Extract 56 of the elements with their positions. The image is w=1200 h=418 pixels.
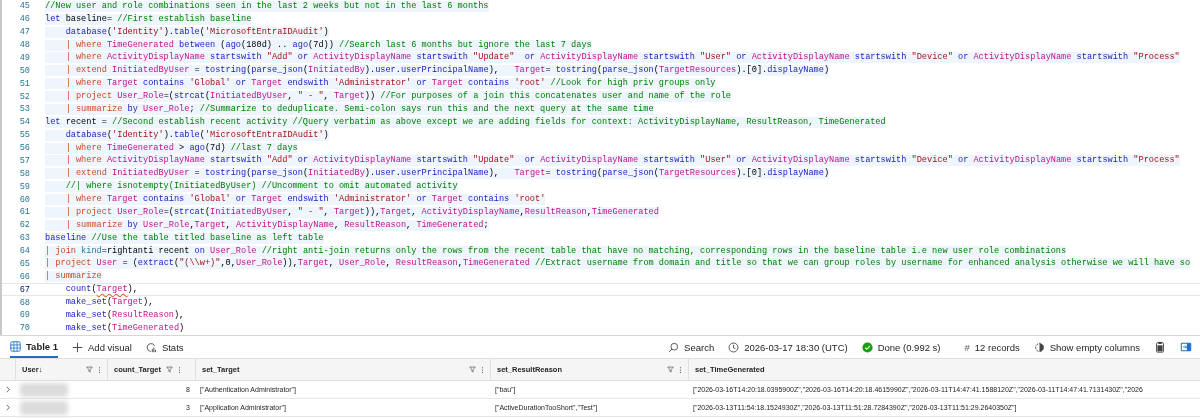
line-number: 53	[18, 103, 31, 116]
panel-icon[interactable]	[1180, 341, 1192, 353]
line-number: 52	[18, 90, 31, 103]
line-number: 67	[18, 283, 31, 296]
line-number: 60	[18, 193, 31, 206]
more-options-icon[interactable]	[177, 365, 181, 374]
line-number: 56	[18, 142, 31, 155]
line-number: 46	[18, 13, 31, 26]
line-number: 49	[18, 51, 31, 64]
line-number: 55	[18, 129, 31, 142]
line-number: 48	[18, 39, 31, 52]
line-number: 61	[18, 206, 31, 219]
line-number: 47	[18, 26, 31, 39]
add-visual-button[interactable]: Add visual	[72, 336, 132, 358]
line-number: 59	[18, 180, 31, 193]
more-options-icon[interactable]	[679, 365, 682, 374]
clock-icon	[728, 341, 740, 353]
filter-icon[interactable]	[667, 366, 674, 373]
expand-chevron-icon[interactable]	[5, 404, 10, 411]
record-count: # 12 records	[964, 341, 1020, 353]
search-icon	[668, 341, 680, 353]
line-number: 50	[18, 64, 31, 77]
line-number: 51	[18, 77, 31, 90]
check-circle-icon	[861, 341, 873, 353]
expand-chevron-icon[interactable]	[5, 386, 10, 393]
stats-button[interactable]: Stats	[145, 336, 184, 358]
code-line: make_set(Target),	[64, 297, 154, 309]
code-line: make_set(ResultReason),	[64, 309, 185, 321]
clipboard-icon[interactable]	[1154, 341, 1166, 353]
line-number: 69	[18, 309, 31, 322]
line-number: 54	[18, 116, 31, 129]
line-number: 65	[18, 257, 31, 270]
line-number: 66	[18, 270, 31, 283]
search-button[interactable]: Search	[668, 336, 715, 358]
filter-icon[interactable]	[86, 366, 93, 373]
line-number: 68	[18, 296, 31, 309]
line-number: 57	[18, 154, 31, 167]
table-grid-icon	[10, 340, 21, 352]
more-options-icon[interactable]	[98, 365, 101, 374]
toggle-icon	[1033, 341, 1045, 353]
stats-icon	[145, 341, 157, 353]
code-line: make_set(TimeGenerated)	[64, 322, 185, 334]
line-number: 58	[18, 167, 31, 180]
line-number: 70	[18, 322, 31, 335]
line-number: 62	[18, 219, 31, 232]
query-status: Done (0.992 s)	[861, 341, 941, 353]
time-range-button[interactable]: 2026-03-17 18:30 (UTC)	[728, 336, 848, 358]
filter-icon[interactable]	[165, 366, 173, 373]
filter-icon[interactable]	[469, 366, 476, 373]
show-empty-columns-button[interactable]: Show empty columns	[1033, 336, 1140, 358]
more-options-icon[interactable]	[481, 365, 484, 374]
line-number: 45	[18, 0, 31, 13]
code-line: count(Target),	[64, 284, 138, 296]
line-number: 64	[18, 245, 31, 258]
line-number: 63	[18, 232, 31, 245]
plus-icon	[72, 341, 84, 353]
